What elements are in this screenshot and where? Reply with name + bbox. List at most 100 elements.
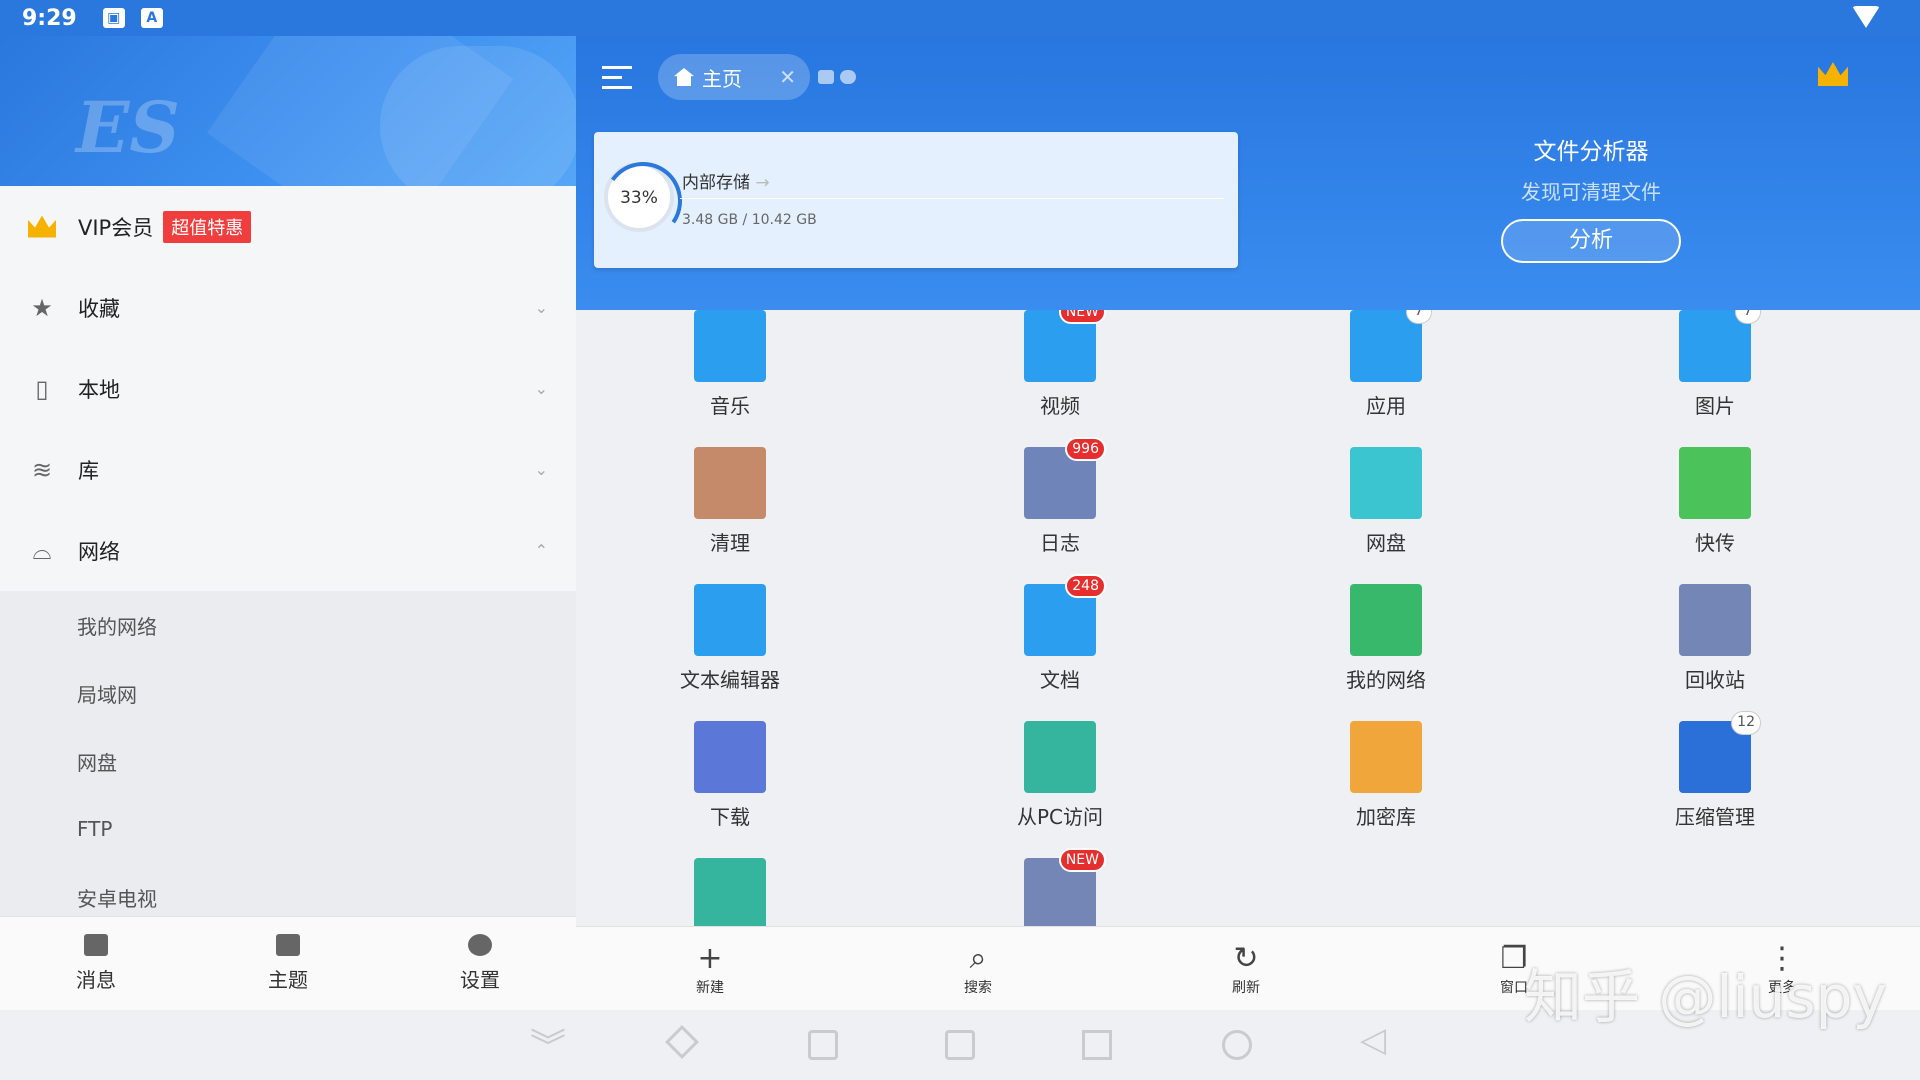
phone-icon: ▯: [35, 374, 49, 403]
category-label: 文本编辑器: [680, 668, 780, 692]
download-icon: [694, 721, 766, 793]
messages-button[interactable]: 消息: [26, 934, 166, 993]
tab-home-label: 主页: [702, 66, 742, 91]
refresh-icon: ↻: [1233, 940, 1259, 976]
category-tile[interactable]: [630, 828, 830, 926]
chevron-down-icon: ⌄: [534, 298, 548, 317]
count-badge: NEW: [1058, 310, 1106, 324]
category-tile[interactable]: 音乐: [630, 310, 830, 418]
vip-crown-icon[interactable]: [1818, 62, 1848, 86]
category-label: 回收站: [1685, 668, 1745, 692]
category-tile[interactable]: 996 日志: [960, 417, 1160, 555]
category-tile[interactable]: NEW 视频: [960, 310, 1160, 418]
pc-icon: [1024, 721, 1096, 793]
settings-button[interactable]: 设置: [410, 934, 550, 993]
category-tile[interactable]: 网盘: [1286, 417, 1486, 555]
watermark: 知乎 @liuspy: [1524, 963, 1887, 1031]
category-tile[interactable]: NEW: [960, 828, 1160, 926]
category-label: 压缩管理: [1675, 805, 1755, 829]
gear-icon: [468, 934, 492, 956]
internal-storage-card[interactable]: 33% 内部存储 → 3.48 GB / 10.42 GB: [594, 132, 1238, 268]
collapse-icon[interactable]: ︾: [530, 1018, 566, 1068]
category-label: 视频: [1040, 394, 1080, 418]
image-icon: 7: [1679, 310, 1761, 382]
drawer-item-label: 网络: [78, 539, 120, 564]
category-tile[interactable]: 7 图片: [1615, 310, 1815, 418]
layers-icon: ≋: [31, 455, 53, 484]
toolbar-button-search[interactable]: ⌕ 搜索: [844, 927, 1112, 1010]
chevron-down-icon: ⌄: [534, 379, 548, 398]
toolbar-label: 新建: [696, 979, 724, 996]
cloud-icon: [1350, 447, 1422, 519]
count-badge: 996: [1065, 437, 1106, 461]
menu-icon[interactable]: [602, 66, 632, 90]
drawer-item-label: 库: [78, 458, 99, 483]
drawer-header: ES: [0, 36, 576, 186]
vip-member-row[interactable]: VIP会员 超值特惠: [0, 186, 576, 267]
category-tile[interactable]: 12 压缩管理: [1615, 691, 1815, 829]
category-tile[interactable]: 下载: [630, 691, 830, 829]
window-tab-icon[interactable]: [818, 70, 834, 84]
storage-percent: 33%: [620, 188, 658, 208]
log-icon: 996: [1024, 437, 1106, 519]
network-item-cloud[interactable]: 网盘: [0, 727, 576, 795]
mail-icon: [84, 934, 108, 956]
storage-title: 内部存储 →: [682, 168, 770, 193]
drawer-item-network[interactable]: ⌓ 网络 ⌃: [0, 510, 576, 591]
category-tile[interactable]: 快传: [1615, 417, 1815, 555]
network-item-ftp[interactable]: FTP: [0, 795, 576, 863]
storage-size: 3.48 GB / 10.42 GB: [682, 212, 817, 228]
analyze-button[interactable]: 分析: [1501, 219, 1681, 263]
volume-up-icon[interactable]: [945, 1030, 975, 1060]
network-item-my-network[interactable]: 我的网络: [0, 591, 576, 659]
category-tile[interactable]: 文本编辑器: [630, 554, 830, 692]
category-label: 下载: [710, 805, 750, 829]
plus-icon: +: [697, 940, 723, 976]
category-tile[interactable]: 7 应用: [1286, 310, 1486, 418]
chevron-down-icon: ⌄: [534, 460, 548, 479]
network-item-lan[interactable]: 局域网: [0, 659, 576, 727]
drawer-item-library[interactable]: ≋ 库 ⌄: [0, 429, 576, 510]
category-grid: 音乐 NEW 视频 7 应用 7 图片清理 996 日志 网盘 快传文本编辑器 248 文档 我的网络 回收…: [576, 310, 1920, 926]
rotate-icon[interactable]: [665, 1025, 699, 1059]
edit-icon: [694, 584, 766, 656]
toolbar-button-refresh[interactable]: ↻ 刷新: [1112, 927, 1380, 1010]
category-label: 音乐: [710, 394, 750, 418]
transfer-icon: [1679, 447, 1751, 519]
category-tile[interactable]: 加密库: [1286, 691, 1486, 829]
cloud-tab-icon[interactable]: [840, 70, 856, 84]
theme-button[interactable]: 主题: [218, 934, 358, 993]
back-icon[interactable]: ◁: [1360, 1020, 1390, 1060]
lock-icon: [1350, 721, 1422, 793]
analyzer-title: 文件分析器: [1533, 139, 1649, 165]
navigation-drawer: ES VIP会员 超值特惠 ★ 收藏 ⌄ ▯ 本地 ⌄ ≋ 库 ⌄ ⌓ 网络 ⌃…: [0, 36, 576, 1010]
category-tile[interactable]: 从PC访问: [960, 691, 1160, 829]
shirt-icon: [276, 934, 300, 956]
wifi-icon: [1852, 6, 1880, 28]
category-label: 我的网络: [1346, 668, 1426, 692]
category-tile[interactable]: 清理: [630, 417, 830, 555]
recents-icon[interactable]: [1082, 1030, 1112, 1060]
volume-down-icon[interactable]: [808, 1030, 838, 1060]
count-badge: 248: [1065, 574, 1106, 598]
category-tile[interactable]: 248 文档: [960, 554, 1160, 692]
close-icon[interactable]: ✕: [779, 65, 796, 89]
toolbar-label: 刷新: [1232, 979, 1260, 996]
category-tile[interactable]: 我的网络: [1286, 554, 1486, 692]
theme-label: 主题: [268, 968, 308, 992]
drawer-item-local[interactable]: ▯ 本地 ⌄: [0, 348, 576, 429]
app-notification-icon: A: [140, 8, 163, 28]
router-icon: ⌓: [32, 536, 52, 565]
category-label: 加密库: [1356, 805, 1416, 829]
storage-progress-ring: 33%: [604, 162, 674, 232]
arrow-right-icon: →: [755, 173, 770, 193]
status-bar: 9:29 ▣ A: [0, 0, 1920, 36]
toolbar-button-plus[interactable]: + 新建: [576, 927, 844, 1010]
settings-label: 设置: [460, 968, 500, 992]
home-nav-icon[interactable]: [1222, 1030, 1252, 1060]
tab-home[interactable]: 主页 ✕: [658, 54, 810, 100]
es-logo: ES: [76, 86, 180, 169]
drawer-item-favorites[interactable]: ★ 收藏 ⌄: [0, 267, 576, 348]
category-tile[interactable]: 回收站: [1615, 554, 1815, 692]
count-badge: NEW: [1058, 848, 1106, 872]
